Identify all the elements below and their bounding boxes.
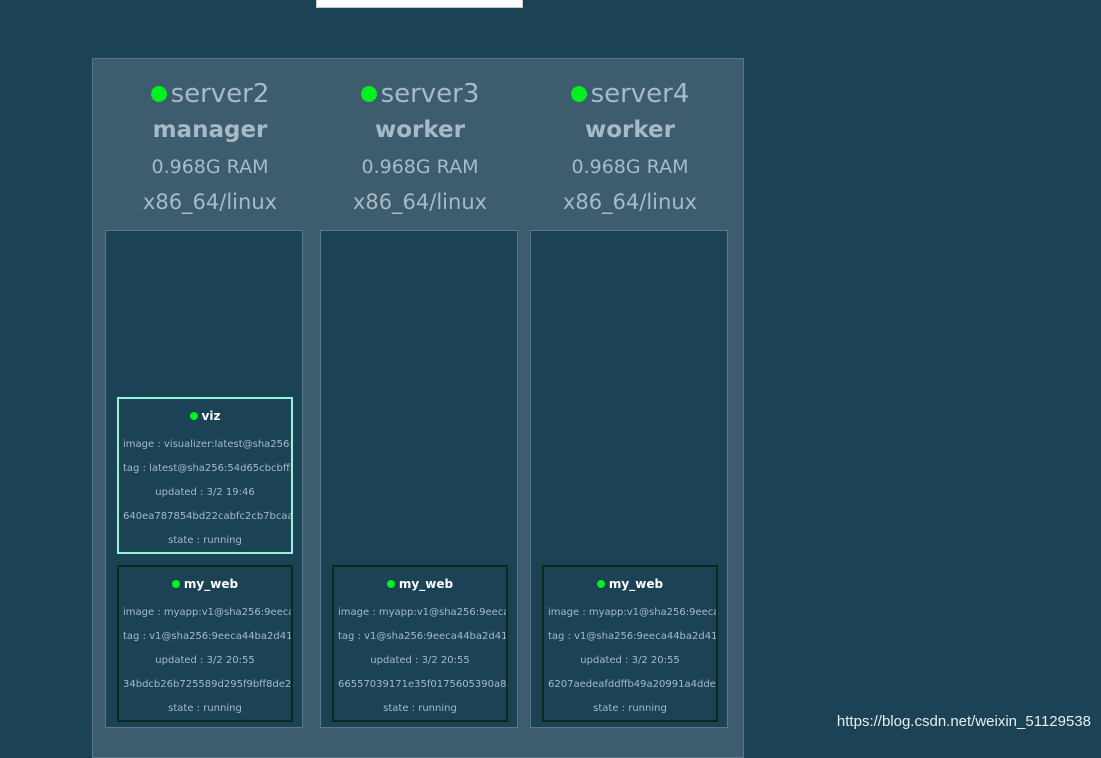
task-image: image : myapp:v1@sha256:9eeca44ba2d410e5 [548, 607, 716, 618]
task-tag: tag : v1@sha256:9eeca44ba2d410e5 [548, 631, 716, 642]
task-tag: tag : v1@sha256:9eeca44ba2d410e5 [338, 631, 506, 642]
node-name: server3 [380, 79, 480, 109]
task-state: state : running [168, 703, 242, 714]
task-id: 34bdcb26b725589d295f9bff8de2581 [123, 679, 291, 690]
node-ram: 0.968G RAM [361, 156, 479, 178]
task-column: viz image : visualizer:latest@sha256:54d… [105, 230, 303, 728]
status-dot-icon [596, 580, 605, 588]
node-server2: server2 manager 0.968G RAM x86_64/linux … [105, 59, 315, 728]
task-state: state : running [593, 703, 667, 714]
node-platform: x86_64/linux [352, 190, 488, 214]
task-card-my-web[interactable]: my_web image : myapp:v1@sha256:9eeca44ba… [117, 565, 293, 722]
task-updated: updated : 3/2 20:55 [580, 655, 680, 666]
status-dot-icon [150, 86, 167, 102]
node-role: worker [584, 117, 675, 143]
status-dot-icon [171, 580, 180, 588]
watermark-url: https://blog.csdn.net/weixin_51129538 [836, 713, 1091, 730]
task-service-name: my_web [608, 577, 664, 591]
node-name: server2 [170, 79, 270, 109]
task-image: image : visualizer:latest@sha256:54d65cb… [123, 439, 291, 450]
task-tag: tag : v1@sha256:9eeca44ba2d410e5 [123, 631, 291, 642]
task-updated: updated : 3/2 20:55 [370, 655, 470, 666]
status-dot-icon [360, 86, 377, 102]
task-service-name: my_web [183, 577, 239, 591]
node-server4: server4 worker 0.968G RAM x86_64/linux m… [525, 59, 735, 728]
task-column: my_web image : myapp:v1@sha256:9eeca44ba… [320, 230, 518, 728]
node-platform: x86_64/linux [142, 190, 278, 214]
task-id: 66557039171e35f0175605390a8027 [338, 679, 506, 690]
task-service-name: my_web [398, 577, 454, 591]
task-id: 640ea787854bd22cabfc2cb7bcaa9f0 [123, 511, 291, 522]
task-card-viz[interactable]: viz image : visualizer:latest@sha256:54d… [117, 397, 293, 554]
task-tag: tag : latest@sha256:54d65cbcbff52ee [123, 463, 291, 474]
filter-input[interactable] [316, 0, 523, 8]
node-header: server4 worker 0.968G RAM x86_64/linux [525, 77, 735, 219]
node-role: manager [152, 117, 268, 143]
task-card-my-web[interactable]: my_web image : myapp:v1@sha256:9eeca44ba… [332, 565, 508, 722]
status-dot-icon [189, 412, 198, 420]
task-image: image : myapp:v1@sha256:9eeca44ba2d410e5 [338, 607, 506, 618]
task-state: state : running [168, 535, 242, 546]
task-updated: updated : 3/2 19:46 [155, 487, 255, 498]
node-header: server2 manager 0.968G RAM x86_64/linux [105, 77, 315, 219]
status-dot-icon [386, 580, 395, 588]
task-card-my-web[interactable]: my_web image : myapp:v1@sha256:9eeca44ba… [542, 565, 718, 722]
task-id: 6207aedeafddffb49a20991a4dde6b9 [548, 679, 716, 690]
task-service-name: viz [201, 409, 221, 423]
task-state: state : running [383, 703, 457, 714]
task-column: my_web image : myapp:v1@sha256:9eeca44ba… [530, 230, 728, 728]
task-image: image : myapp:v1@sha256:9eeca44ba2d410e5 [123, 607, 291, 618]
node-platform: x86_64/linux [562, 190, 698, 214]
node-role: worker [374, 117, 465, 143]
node-ram: 0.968G RAM [571, 156, 689, 178]
node-ram: 0.968G RAM [151, 156, 269, 178]
cluster-panel: server2 manager 0.968G RAM x86_64/linux … [92, 58, 744, 758]
node-name: server4 [590, 79, 690, 109]
node-header: server3 worker 0.968G RAM x86_64/linux [315, 77, 525, 219]
task-updated: updated : 3/2 20:55 [155, 655, 255, 666]
status-dot-icon [570, 86, 587, 102]
node-server3: server3 worker 0.968G RAM x86_64/linux m… [315, 59, 525, 728]
